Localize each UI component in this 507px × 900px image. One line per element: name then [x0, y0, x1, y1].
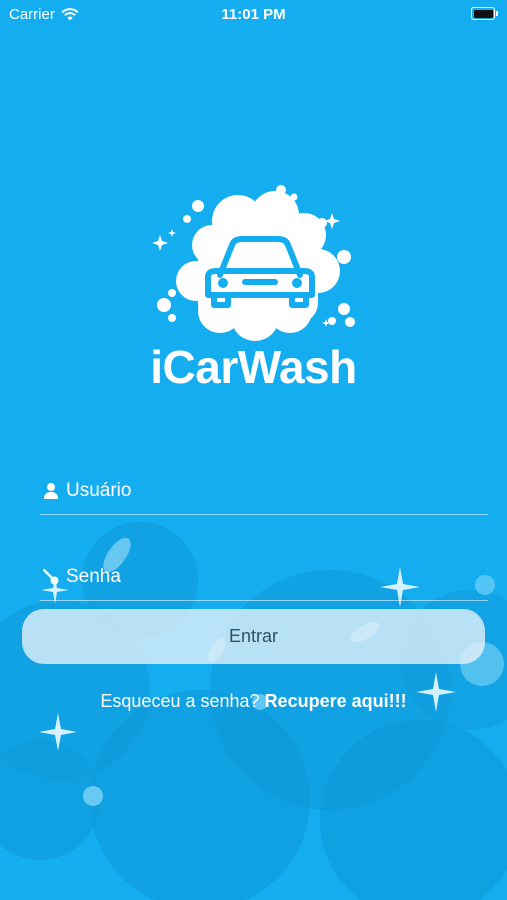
app-name: iCarWash [150, 341, 357, 393]
username-field-container [40, 470, 488, 515]
password-input[interactable] [66, 556, 476, 598]
status-bar: Carrier 11:01 PM [0, 0, 507, 30]
bubbles-background [0, 522, 507, 900]
status-time: 11:01 PM [221, 6, 286, 23]
car-wash-logo-icon [152, 185, 355, 341]
battery-icon [471, 7, 498, 20]
login-screen: Carrier 11:01 PM iCarWash Usuário Entrar… [0, 0, 507, 900]
forgot-password-row: Esqueceu a senha? Recupere aqui!!! [0, 691, 507, 712]
recover-password-link[interactable]: Recupere aqui!!! [265, 691, 407, 711]
key-icon [42, 568, 59, 585]
user-icon [44, 483, 58, 499]
forgot-password-text: Esqueceu a senha? [100, 691, 260, 711]
password-field-container [40, 556, 488, 601]
username-input[interactable] [66, 470, 476, 512]
login-button[interactable]: Entrar [22, 609, 485, 664]
